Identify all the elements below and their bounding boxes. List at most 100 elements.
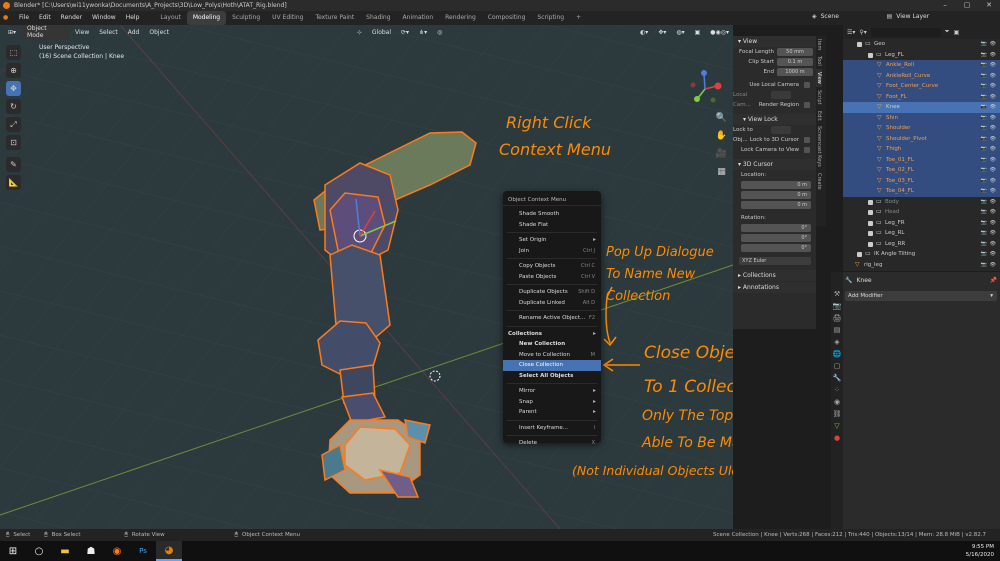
pivot-icon[interactable]: ⟳▾ [397,28,413,37]
menu-view[interactable]: View [71,28,93,37]
tab-edit[interactable]: Edit [816,108,822,124]
rotate-tool-icon[interactable]: ↻ [6,99,21,114]
cursor-rot-z-field[interactable]: 0° [741,244,811,252]
local-camera-field[interactable] [771,91,791,99]
render-toggle-icon[interactable]: 📷 [981,239,987,250]
outliner-row[interactable]: ▽ Knee 📷 👁 [843,102,1000,113]
visibility-eye-icon[interactable]: 👁 [990,249,996,260]
exclude-checkbox[interactable] [857,42,862,47]
outliner-row[interactable]: ▽ Shin 📷 👁 [843,112,1000,124]
close-button[interactable]: ✕ [978,0,1000,11]
outliner-row[interactable]: ▭ Leg_RL 📷 👁 [843,228,1000,239]
render-toggle-icon[interactable]: 📷 [981,50,987,61]
menu-item-insert-keyframe[interactable]: Insert Keyframe... I [503,423,601,434]
move-tool-icon[interactable]: ✥ [6,81,21,96]
output-props-icon[interactable]: 🖨 [833,314,842,322]
render-toggle-icon[interactable]: 📷 [981,102,987,113]
scene-selector[interactable]: Scene [821,13,871,20]
visibility-eye-icon[interactable]: 👁 [990,113,996,124]
outliner-row[interactable]: ▭ IK Angle Tilting 📷 👁 [843,249,1000,260]
outliner-row[interactable]: ▽ Foot_Center_Curve 📷 👁 [843,81,1000,92]
tab-layout[interactable]: Layout [154,11,186,25]
photoshop-icon[interactable]: Ps [130,541,156,561]
menu-item-close-collection[interactable]: Close Collection [503,360,601,371]
menu-item-select-all-objects[interactable]: Select All Objects [503,371,601,382]
visibility-eye-icon[interactable]: 👁 [990,123,996,134]
editor-type-icon[interactable]: ⊞▾ [4,28,20,37]
outliner-row[interactable]: ▽ Foot_FL 📷 👁 [843,91,1000,103]
view-layer-props-icon[interactable]: ▤ [834,326,841,334]
annotate-tool-icon[interactable]: ✎ [6,157,21,172]
tab-modeling[interactable]: Modeling [186,11,227,25]
minimize-button[interactable]: – [934,0,956,11]
render-toggle-icon[interactable]: 📷 [981,71,987,82]
use-local-camera-row[interactable]: Use Local Camera [733,80,816,90]
outliner-row[interactable]: ▽ Ankle_Roll 📷 👁 [843,60,1000,71]
render-toggle-icon[interactable]: 📷 [981,228,987,239]
view-layer-selector[interactable]: View Layer [896,13,946,20]
file-explorer-icon[interactable]: ▬ [52,541,78,561]
transform-tool-icon[interactable]: ⊡ [6,135,21,150]
cursor-loc-y-field[interactable]: 0 m [741,191,811,199]
focal-length-field[interactable]: 50 mm [777,48,813,56]
menu-item-shade-flat[interactable]: Shade Flat [503,220,601,231]
scale-tool-icon[interactable]: ⤢ [6,117,21,132]
visibility-eye-icon[interactable]: 👁 [990,155,996,166]
tab-create[interactable]: Create [816,170,822,193]
lock-object-field[interactable] [771,126,791,134]
particles-props-icon[interactable]: ⁘ [834,386,840,394]
outliner-type-icon[interactable]: ☰▾ [847,29,855,36]
menu-help[interactable]: Help [121,11,145,25]
search-icon[interactable]: ○ [26,541,52,561]
menu-item-delete[interactable]: Delete X [503,438,601,449]
tool-props-icon[interactable]: ⚒ [834,290,840,298]
menu-item-duplicate-linked[interactable]: Duplicate Linked Alt D [503,298,601,309]
render-toggle-icon[interactable]: 📷 [981,39,987,50]
data-props-icon[interactable]: ▽ [834,422,839,430]
material-props-icon[interactable]: ● [834,434,840,442]
tab-animation[interactable]: Animation [397,11,440,25]
menu-edit[interactable]: Edit [34,11,56,25]
outliner-row[interactable]: ▭ Head 📷 👁 [843,207,1000,218]
exclude-checkbox[interactable] [868,241,873,247]
app-icon[interactable]: ☗ [78,541,104,561]
add-modifier-dropdown[interactable]: Add Modifier ▾ [845,291,997,301]
menu-file[interactable]: File [14,11,34,25]
physics-props-icon[interactable]: ◉ [834,398,840,406]
visibility-eye-icon[interactable]: 👁 [990,50,996,61]
outliner-row[interactable]: ▽ Shoulder_Pivot 📷 👁 [843,133,1000,145]
menu-select[interactable]: Select [95,28,122,37]
render-props-icon[interactable]: 📷 [833,302,842,310]
lock-3d-cursor-row[interactable]: Lock to 3D Cursor [733,135,816,145]
outliner-search-input[interactable] [870,27,941,37]
exclude-checkbox[interactable] [868,199,873,205]
render-region-row[interactable]: Render Region [733,100,816,110]
tab-sculpting[interactable]: Sculpting [226,11,266,25]
render-toggle-icon[interactable]: 📷 [981,260,987,271]
add-workspace-icon[interactable]: + [570,11,587,25]
menu-item-snap[interactable]: Snap ▸ [503,397,601,408]
overlay-icon[interactable]: ◍▾ [672,28,688,37]
view-panel-header[interactable]: ▾ View [733,36,816,47]
tab-script[interactable]: Script [816,87,822,108]
annotations-panel-header[interactable]: ▸ Annotations [733,282,816,293]
rotation-mode-select[interactable]: XYZ Euler [739,257,811,265]
pin-icon[interactable]: 📌 [990,277,997,284]
menu-render[interactable]: Render [56,11,87,25]
outliner-row[interactable]: ▭ Geo 📷 👁 [843,39,1000,50]
camera-view-icon[interactable]: 🎥 [715,149,728,162]
clip-end-field[interactable]: 1000 m [777,68,813,76]
render-toggle-icon[interactable]: 📷 [981,113,987,124]
visibility-eye-icon[interactable]: 👁 [990,239,996,250]
windows-start-icon[interactable]: ⊞ [0,541,26,561]
render-toggle-icon[interactable]: 📷 [981,176,987,187]
menu-item-copy-objects[interactable]: Copy Objects Ctrl C [503,261,601,272]
render-toggle-icon[interactable]: 📷 [981,134,987,145]
tab-rendering[interactable]: Rendering [439,11,482,25]
visibility-eye-icon[interactable]: 👁 [990,81,996,92]
render-toggle-icon[interactable]: 📷 [981,218,987,229]
visibility-eye-icon[interactable]: 👁 [990,165,996,176]
render-toggle-icon[interactable]: 📷 [981,92,987,103]
menu-object[interactable]: Object [145,28,173,37]
visibility-eye-icon[interactable]: 👁 [990,228,996,239]
